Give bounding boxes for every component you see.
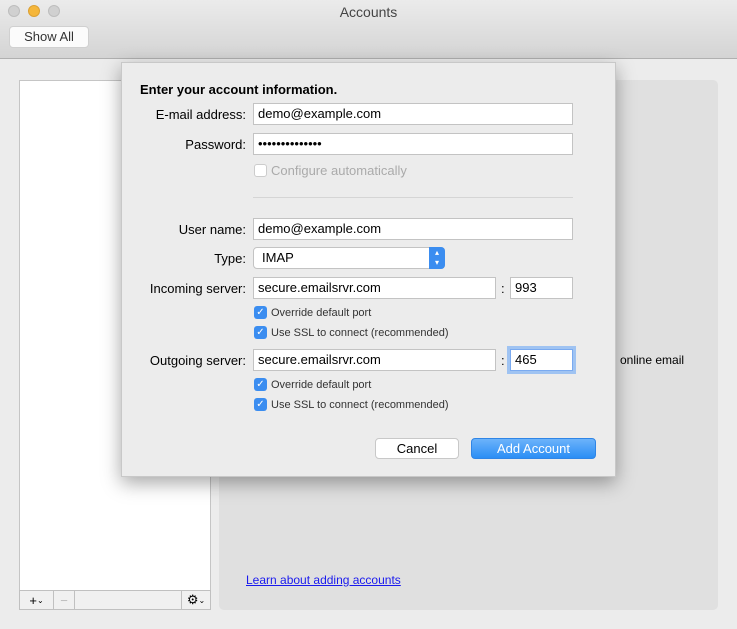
outgoing-label: Outgoing server: — [149, 353, 246, 368]
separator — [253, 197, 573, 198]
outgoing-ssl-checkbox[interactable]: ✓ Use SSL to connect (recommended) — [254, 398, 449, 411]
gear-menu[interactable]: ⚙ ⌄ — [182, 591, 210, 609]
cancel-button[interactable]: Cancel — [375, 438, 459, 459]
checkbox-label: Use SSL to connect (recommended) — [271, 326, 449, 339]
stepper-arrows-icon: ▴ ▾ — [429, 247, 445, 269]
list-toolbar: + ⌄ − ⚙ ⌄ — [19, 590, 211, 610]
incoming-label: Incoming server: — [149, 281, 246, 296]
remove-account-button[interactable]: − — [54, 591, 75, 609]
email-field[interactable]: demo@example.com — [253, 103, 573, 125]
port-colon: : — [501, 353, 505, 368]
checkbox-label: Configure automatically — [271, 163, 407, 178]
checkmark-icon: ✓ — [254, 398, 267, 411]
password-field[interactable]: •••••••••••••• — [253, 133, 573, 155]
type-label: Type: — [214, 251, 246, 266]
add-account-menu[interactable]: + ⌄ — [20, 591, 54, 609]
incoming-override-checkbox[interactable]: ✓ Override default port — [254, 306, 371, 319]
sheet-heading: Enter your account information. — [140, 82, 338, 97]
gear-icon: ⚙ — [186, 592, 199, 607]
incoming-server-field[interactable]: secure.emailsrvr.com — [253, 277, 496, 299]
checkbox-label: Override default port — [271, 306, 372, 319]
add-account-button[interactable]: Add Account — [471, 438, 596, 459]
username-label: User name: — [178, 222, 246, 237]
checkbox-icon — [254, 164, 267, 177]
checkmark-icon: ✓ — [254, 378, 267, 391]
minus-icon: − — [60, 592, 68, 608]
email-label: E-mail address: — [155, 107, 246, 122]
username-field[interactable]: demo@example.com — [253, 218, 573, 240]
checkmark-icon: ✓ — [254, 326, 267, 339]
password-label: Password: — [185, 137, 246, 152]
port-colon: : — [501, 281, 505, 296]
type-select[interactable]: IMAP ▴ ▾ — [253, 247, 445, 269]
checkbox-label: Override default port — [271, 378, 372, 391]
learn-link[interactable]: Learn about adding accounts — [246, 573, 401, 587]
show-all-button[interactable]: Show All — [9, 26, 89, 48]
incoming-ssl-checkbox[interactable]: ✓ Use SSL to connect (recommended) — [254, 326, 449, 339]
configure-auto-checkbox[interactable]: Configure automatically — [254, 163, 407, 178]
outgoing-override-checkbox[interactable]: ✓ Override default port — [254, 378, 371, 391]
checkmark-icon: ✓ — [254, 306, 267, 319]
outgoing-port-field[interactable]: 465 — [510, 349, 573, 371]
plus-icon: + — [29, 592, 37, 608]
checkbox-label: Use SSL to connect (recommended) — [271, 398, 449, 411]
background-text: online email — [620, 353, 685, 367]
type-value: IMAP — [262, 250, 294, 265]
toolbar-spacer — [75, 591, 182, 609]
outgoing-server-field[interactable]: secure.emailsrvr.com — [253, 349, 496, 371]
incoming-port-field[interactable]: 993 — [510, 277, 573, 299]
window-title: Accounts — [339, 4, 398, 20]
